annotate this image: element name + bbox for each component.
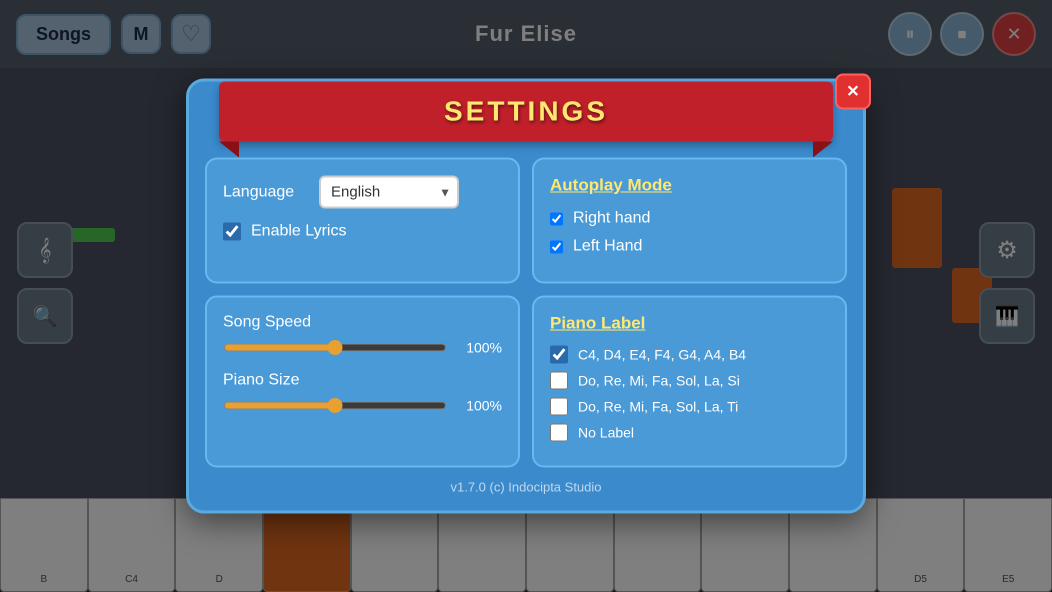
piano-label-title: Piano Label: [550, 314, 829, 334]
close-icon: ✕: [846, 82, 859, 102]
left-hand-option: Left Hand: [550, 238, 829, 256]
song-speed-slider[interactable]: [223, 340, 447, 356]
settings-footer: v1.7.0 (c) Indocipta Studio: [189, 480, 863, 495]
settings-title-ribbon: SETTINGS: [219, 82, 833, 142]
song-speed-row: 100%: [223, 340, 502, 356]
piano-label-checkbox-3[interactable]: [550, 424, 568, 442]
piano-size-section: Piano Size 100%: [223, 372, 502, 414]
piano-label-text-2[interactable]: Do, Re, Mi, Fa, Sol, La, Ti: [578, 399, 738, 415]
piano-label-checkbox-1[interactable]: [550, 372, 568, 390]
language-row: Language English Spanish French German C…: [223, 176, 502, 209]
piano-size-value: 100%: [457, 398, 502, 414]
piano-label-option-0: C4, D4, E4, F4, G4, A4, B4: [550, 346, 829, 364]
settings-dialog: SETTINGS ✕ Language English Spanish Fren…: [186, 79, 866, 514]
piano-label-text-0[interactable]: C4, D4, E4, F4, G4, A4, B4: [578, 347, 746, 363]
song-speed-label: Song Speed: [223, 314, 502, 332]
piano-label-checkbox-0[interactable]: [550, 346, 568, 364]
speed-size-panel: Song Speed 100% Piano Size 100%: [205, 296, 520, 468]
piano-label-checkbox-2[interactable]: [550, 398, 568, 416]
language-label: Language: [223, 183, 303, 201]
settings-close-button[interactable]: ✕: [835, 74, 871, 110]
enable-lyrics-row: Enable Lyrics: [223, 223, 502, 241]
enable-lyrics-label[interactable]: Enable Lyrics: [251, 223, 346, 241]
autoplay-panel: Autoplay Mode Right hand Left Hand: [532, 158, 847, 284]
piano-label-option-1: Do, Re, Mi, Fa, Sol, La, Si: [550, 372, 829, 390]
piano-size-row: 100%: [223, 398, 502, 414]
right-hand-option: Right hand: [550, 210, 829, 228]
left-hand-label[interactable]: Left Hand: [573, 238, 642, 256]
piano-label-text-1[interactable]: Do, Re, Mi, Fa, Sol, La, Si: [578, 373, 740, 389]
right-hand-checkbox[interactable]: [550, 212, 563, 225]
right-hand-label[interactable]: Right hand: [573, 210, 650, 228]
language-select-wrapper: English Spanish French German Chinese ▼: [319, 176, 459, 209]
piano-label-panel: Piano Label C4, D4, E4, F4, G4, A4, B4 D…: [532, 296, 847, 468]
language-select[interactable]: English Spanish French German Chinese: [319, 176, 459, 209]
piano-label-text-3[interactable]: No Label: [578, 425, 634, 441]
settings-panels: Language English Spanish French German C…: [189, 158, 863, 468]
version-text: v1.7.0 (c) Indocipta Studio: [450, 480, 601, 495]
left-hand-checkbox[interactable]: [550, 240, 563, 253]
piano-label-option-3: No Label: [550, 424, 829, 442]
piano-label-option-2: Do, Re, Mi, Fa, Sol, La, Ti: [550, 398, 829, 416]
settings-title: SETTINGS: [444, 96, 608, 127]
settings-banner: SETTINGS ✕: [189, 82, 863, 142]
piano-size-label: Piano Size: [223, 372, 502, 390]
song-speed-value: 100%: [457, 340, 502, 356]
language-panel: Language English Spanish French German C…: [205, 158, 520, 284]
enable-lyrics-checkbox[interactable]: [223, 223, 241, 241]
song-speed-section: Song Speed 100%: [223, 314, 502, 356]
piano-size-slider[interactable]: [223, 398, 447, 414]
autoplay-title: Autoplay Mode: [550, 176, 829, 196]
